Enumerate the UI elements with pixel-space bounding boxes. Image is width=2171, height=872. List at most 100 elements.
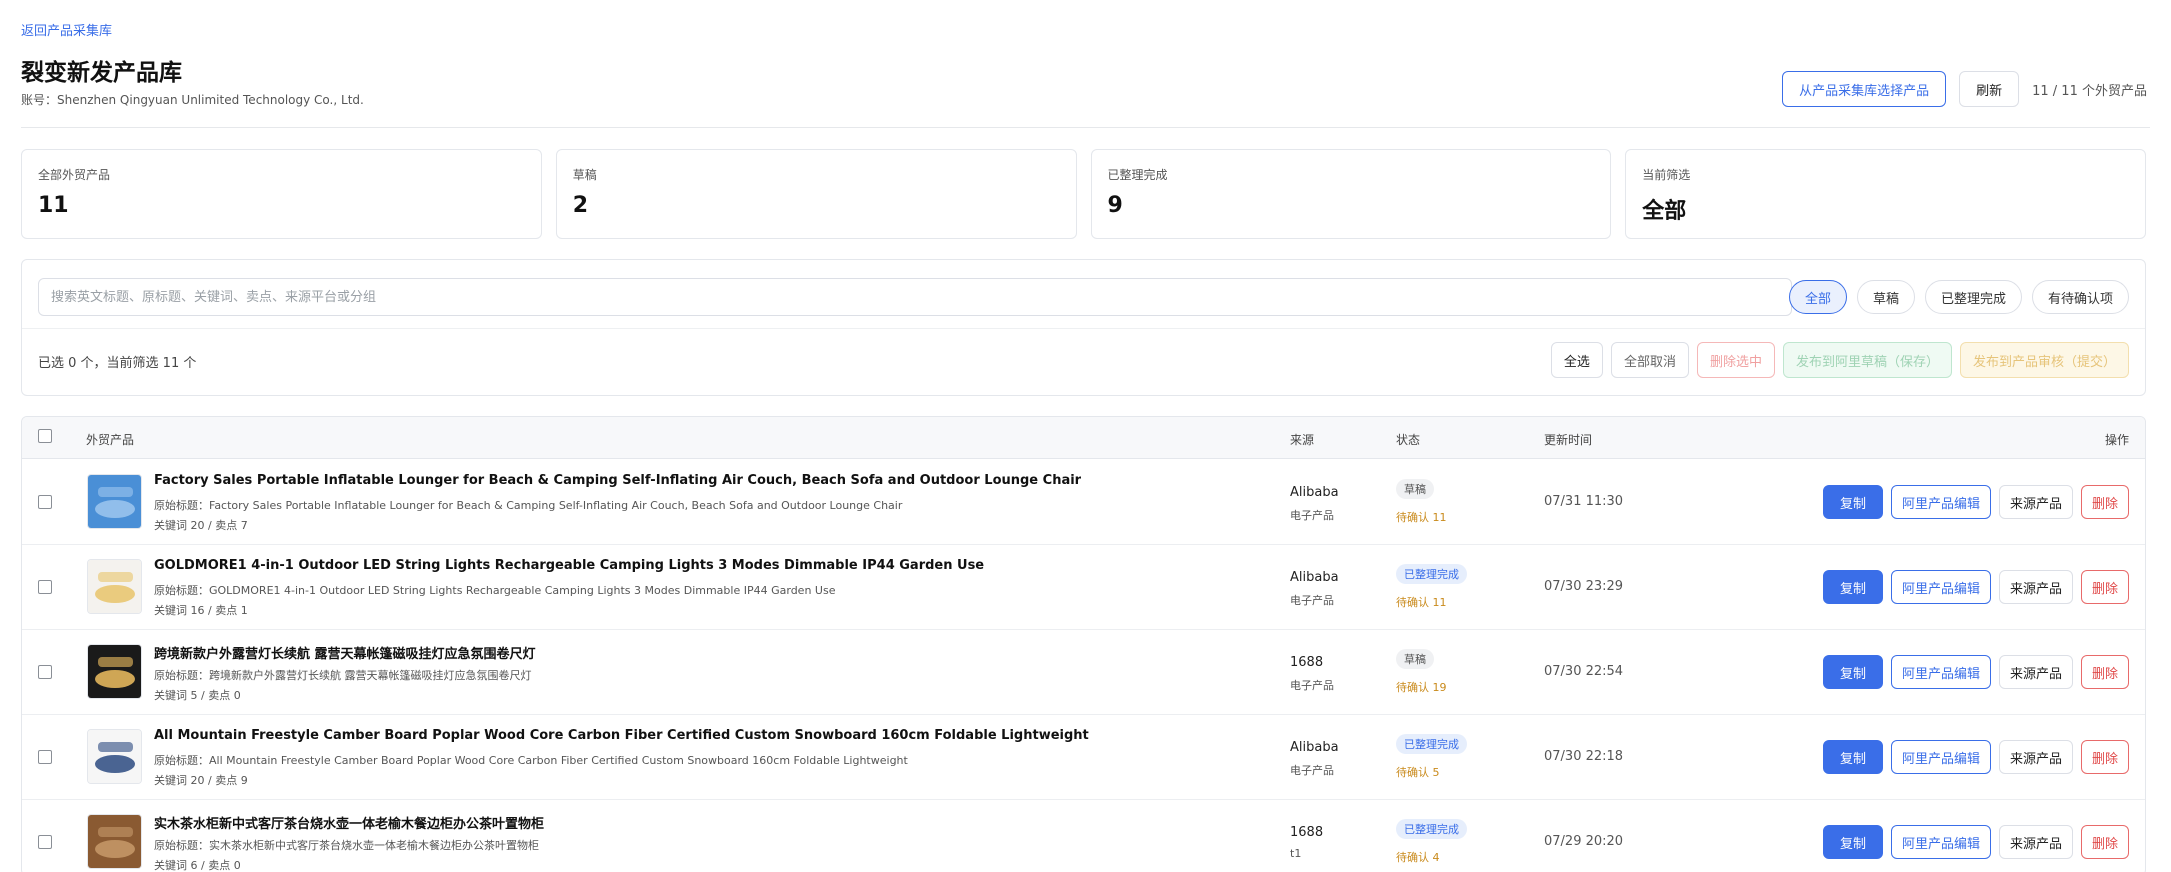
select-all-checkbox[interactable] <box>38 429 52 443</box>
row-checkbox[interactable] <box>38 835 52 849</box>
stat-value: 9 <box>1107 193 1123 218</box>
source-product-button[interactable]: 来源产品 <box>1998 740 2073 774</box>
thumb-shape <box>98 827 133 837</box>
ali-edit-button[interactable]: 阿里产品编辑 <box>1890 655 1991 689</box>
header-divider <box>21 127 2150 128</box>
row-checkbox[interactable] <box>38 495 52 509</box>
thumb-shape <box>95 755 135 773</box>
delete-button[interactable]: 删除 <box>2080 570 2129 604</box>
stat-label: 草稿 <box>572 168 597 182</box>
thumb-shape <box>95 670 135 688</box>
select-from-library-button[interactable]: 从产品采集库选择产品 <box>1782 71 1947 107</box>
updated-time: 07/31 11:30 <box>1544 494 1624 509</box>
row-checkbox[interactable] <box>38 665 52 679</box>
source-product-button[interactable]: 来源产品 <box>1998 825 2073 859</box>
account-info: 账号：Shenzhen Qingyuan Unlimited Technolog… <box>21 91 364 108</box>
product-original-title: 原始标题：GOLDMORE1 4-in-1 Outdoor LED String… <box>154 584 836 597</box>
product-original-title: 原始标题：实木茶水柜新中式客厅茶台烧水壶一体老榆木餐边柜办公茶叶置物柜 <box>154 839 539 852</box>
product-title[interactable]: All Mountain Freestyle Camber Board Popl… <box>154 728 1089 743</box>
product-image <box>88 730 141 783</box>
row-actions: 复制 阿里产品编辑 来源产品 删除 <box>1822 655 2129 689</box>
product-meta: 关键词 20 / 卖点 7 <box>154 519 248 532</box>
stat-label: 全部外贸产品 <box>38 168 111 182</box>
source-category: 电子产品 <box>1290 509 1334 522</box>
select-all-button[interactable]: 全选 <box>1550 342 1603 378</box>
product-meta: 关键词 20 / 卖点 9 <box>154 774 248 787</box>
publish-review-button[interactable]: 发布到产品审核（提交） <box>1959 342 2129 378</box>
stat-label: 已整理完成 <box>1107 168 1168 182</box>
ali-edit-button[interactable]: 阿里产品编辑 <box>1890 825 1991 859</box>
product-title[interactable]: 跨境新款户外露营灯长续航 露营天幕帐篷磁吸挂灯应急氛围卷尺灯 <box>154 643 536 662</box>
row-checkbox[interactable] <box>38 750 52 764</box>
row-checkbox[interactable] <box>38 580 52 594</box>
product-title[interactable]: 实木茶水柜新中式客厅茶台烧水壶一体老榆木餐边柜办公茶叶置物柜 <box>154 813 544 832</box>
status-badge: 草稿 <box>1396 649 1434 669</box>
copy-button[interactable]: 复制 <box>1822 570 1883 604</box>
product-original-title: 原始标题：跨境新款户外露营灯长续航 露营天幕帐篷磁吸挂灯应急氛围卷尺灯 <box>154 669 532 682</box>
thumb-shape <box>95 840 135 858</box>
publish-ali-draft-button[interactable]: 发布到阿里草稿（保存） <box>1782 342 1952 378</box>
product-thumbnail <box>87 729 142 784</box>
delete-button[interactable]: 删除 <box>2080 825 2129 859</box>
stats-row: 全部外贸产品 11 草稿 2 已整理完成 9 当前筛选 全部 <box>21 149 2146 239</box>
filter-chip-done[interactable]: 已整理完成 <box>1924 280 2022 314</box>
delete-button[interactable]: 删除 <box>2080 740 2129 774</box>
product-title[interactable]: GOLDMORE1 4-in-1 Outdoor LED String Ligh… <box>154 558 984 573</box>
source-product-button[interactable]: 来源产品 <box>1998 485 2073 519</box>
product-image <box>88 815 141 868</box>
row-actions: 复制 阿里产品编辑 来源产品 删除 <box>1822 825 2129 859</box>
selection-info: 已选 0 个，当前筛选 11 个 <box>38 356 197 371</box>
source-product-button[interactable]: 来源产品 <box>1998 570 2073 604</box>
updated-time: 07/30 22:18 <box>1544 749 1624 764</box>
product-image <box>88 560 141 613</box>
status-badge: 草稿 <box>1396 479 1434 499</box>
row-actions: 复制 阿里产品编辑 来源产品 删除 <box>1822 570 2129 604</box>
copy-button[interactable]: 复制 <box>1822 655 1883 689</box>
refresh-button[interactable]: 刷新 <box>1959 71 2020 107</box>
product-thumbnail <box>87 559 142 614</box>
deselect-all-button[interactable]: 全部取消 <box>1610 342 1689 378</box>
updated-time: 07/29 20:20 <box>1544 834 1624 849</box>
filter-chip-draft[interactable]: 草稿 <box>1856 280 1915 314</box>
table-row: 实木茶水柜新中式客厅茶台烧水壶一体老榆木餐边柜办公茶叶置物柜原始标题：实木茶水柜… <box>22 800 2145 872</box>
header-source: 来源 <box>1290 433 1315 447</box>
filter-chip-pending[interactable]: 有待确认项 <box>2031 280 2129 314</box>
source-platform: Alibaba <box>1290 485 1339 500</box>
stat-label: 当前筛选 <box>1642 168 1691 182</box>
source-product-button[interactable]: 来源产品 <box>1998 655 2073 689</box>
product-image <box>88 475 141 528</box>
pending-count: 待确认 11 <box>1396 511 1447 524</box>
search-input[interactable] <box>38 278 1792 316</box>
source-platform: 1688 <box>1290 825 1324 840</box>
ali-edit-button[interactable]: 阿里产品编辑 <box>1890 570 1991 604</box>
filter-chip-all[interactable]: 全部 <box>1788 280 1847 314</box>
delete-button[interactable]: 删除 <box>2080 655 2129 689</box>
copy-button[interactable]: 复制 <box>1822 825 1883 859</box>
ali-edit-button[interactable]: 阿里产品编辑 <box>1890 485 1991 519</box>
product-meta: 关键词 16 / 卖点 1 <box>154 604 248 617</box>
thumb-shape <box>95 585 135 603</box>
source-category: t1 <box>1290 847 1302 860</box>
account-label: 账号： <box>21 93 58 107</box>
stat-card-all: 全部外贸产品 11 <box>21 149 542 239</box>
products-table: 外贸产品 来源 状态 更新时间 操作 Factory Sales Portabl… <box>21 416 2146 872</box>
header-product: 外贸产品 <box>86 433 135 447</box>
filter-divider <box>22 328 2145 329</box>
source-category: 电子产品 <box>1290 764 1334 777</box>
back-link[interactable]: 返回产品采集库 <box>21 20 112 39</box>
product-thumbnail <box>87 644 142 699</box>
row-actions: 复制 阿里产品编辑 来源产品 删除 <box>1822 485 2129 519</box>
thumb-shape <box>98 572 133 582</box>
ali-edit-button[interactable]: 阿里产品编辑 <box>1890 740 1991 774</box>
delete-selected-button[interactable]: 删除选中 <box>1696 342 1775 378</box>
delete-button[interactable]: 删除 <box>2080 485 2129 519</box>
stat-value: 全部 <box>1642 199 1687 224</box>
product-title[interactable]: Factory Sales Portable Inflatable Lounge… <box>154 473 1081 488</box>
copy-button[interactable]: 复制 <box>1822 740 1883 774</box>
stat-card-done: 已整理完成 9 <box>1090 149 1612 239</box>
thumb-shape <box>95 500 135 518</box>
page-title: 裂变新发产品库 <box>21 60 182 86</box>
copy-button[interactable]: 复制 <box>1822 485 1883 519</box>
stat-card-current-filter: 当前筛选 全部 <box>1625 149 2146 239</box>
product-original-title: 原始标题：Factory Sales Portable Inflatable L… <box>154 499 903 512</box>
